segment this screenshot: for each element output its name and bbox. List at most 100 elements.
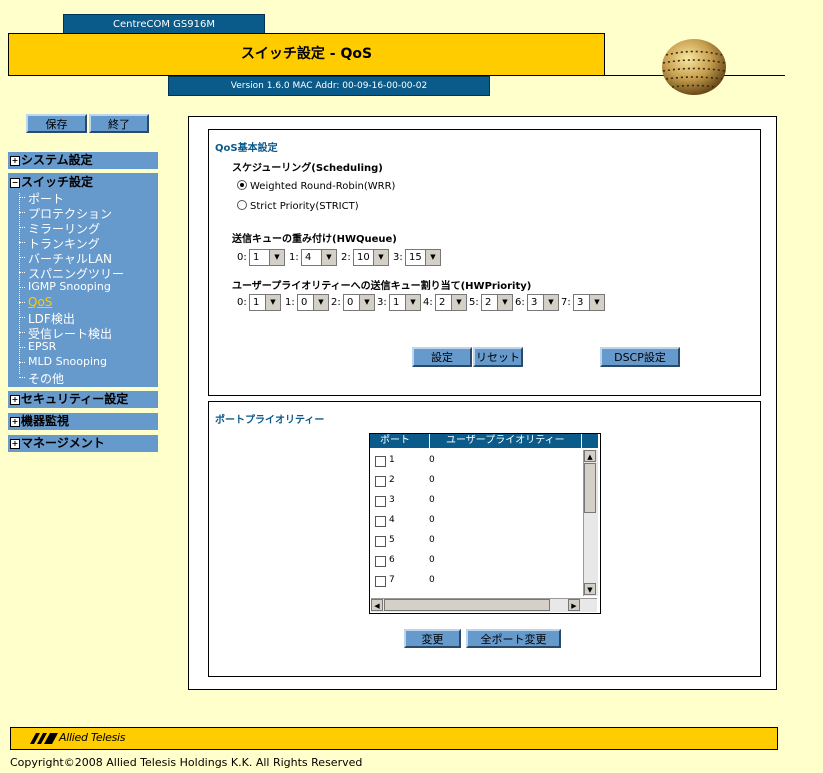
sidebar-item-label: マネージメント <box>21 436 105 450</box>
scroll-right-icon[interactable]: ▶ <box>568 599 580 611</box>
globe-logo-icon <box>662 39 726 95</box>
model-name: CentreCOM GS916M <box>63 14 265 34</box>
radio-selected-icon <box>237 180 247 190</box>
sidebar-item-label: セキュリティー設定 <box>21 392 129 406</box>
hwpriority-select-5[interactable]: 2 ▼ <box>481 294 513 311</box>
hwpriority-select-2[interactable]: 0 ▼ <box>343 294 375 311</box>
row-checkbox[interactable] <box>375 476 386 487</box>
hwpriority-select-7[interactable]: 3 ▼ <box>573 294 605 311</box>
row-checkbox[interactable] <box>375 516 386 527</box>
expand-icon: + <box>10 439 20 449</box>
row-checkbox[interactable] <box>375 556 386 567</box>
allied-telesis-logo-icon <box>30 733 58 744</box>
sidebar-item-security[interactable]: + セキュリティー設定 <box>8 391 158 408</box>
dropdown-arrow-icon: ▼ <box>589 295 604 310</box>
exit-button[interactable]: 終了 <box>89 114 149 133</box>
scroll-up-icon[interactable]: ▲ <box>584 450 596 462</box>
hwqueue-select-3[interactable]: 15 ▼ <box>405 249 441 266</box>
hwqueue-select-1[interactable]: 4 ▼ <box>301 249 337 266</box>
table-header: ポート ユーザープライオリティー <box>370 434 598 448</box>
scroll-thumb[interactable] <box>584 463 596 513</box>
dropdown-arrow-icon: ▼ <box>269 250 284 265</box>
hwpriority-select-3[interactable]: 1 ▼ <box>389 294 421 311</box>
panel-title: ポートプライオリティー <box>215 415 325 426</box>
hwpriority-index: 1: <box>285 297 295 308</box>
hwpriority-label: ユーザープライオリティーへの送信キュー割り当て(HWPriority) <box>232 281 532 292</box>
dropdown-arrow-icon: ▼ <box>313 295 328 310</box>
hwqueue-index: 2: <box>341 252 351 263</box>
radio-strict[interactable]: Strict Priority(STRICT) <box>237 200 359 212</box>
dropdown-arrow-icon: ▼ <box>425 250 440 265</box>
hwqueue-label: 送信キューの重み付け(HWQueue) <box>232 234 397 245</box>
sidebar-item-label: システム設定 <box>21 153 93 167</box>
panel-title: QoS基本設定 <box>215 143 278 154</box>
dropdown-arrow-icon: ▼ <box>321 250 336 265</box>
radio-wrr[interactable]: Weighted Round-Robin(WRR) <box>237 180 395 192</box>
port-priority-panel: ポートプライオリティー ポート ユーザープライオリティー 10 20 30 40… <box>208 401 761 677</box>
scheduling-label: スケジューリング(Scheduling) <box>232 163 383 174</box>
dscp-settings-button[interactable]: DSCP設定 <box>600 347 680 367</box>
table-body: 10 20 30 40 50 60 70 <box>371 450 582 596</box>
hwpriority-index: 2: <box>331 297 341 308</box>
row-checkbox[interactable] <box>375 576 386 587</box>
scroll-left-icon[interactable]: ◀ <box>371 599 383 611</box>
hwpriority-index: 3: <box>377 297 387 308</box>
horizontal-scrollbar[interactable]: ◀ ▶ <box>371 598 597 612</box>
scroll-down-icon[interactable]: ▼ <box>584 583 596 595</box>
hwpriority-select-4[interactable]: 2 ▼ <box>435 294 467 311</box>
hwpriority-index: 6: <box>515 297 525 308</box>
vertical-scrollbar[interactable]: ▲ ▼ <box>583 450 598 596</box>
collapse-icon: − <box>10 178 20 188</box>
set-button[interactable]: 設定 <box>412 347 472 367</box>
hwqueue-index: 3: <box>393 252 403 263</box>
port-priority-table: ポート ユーザープライオリティー 10 20 30 40 50 60 70 ▲ … <box>369 433 601 614</box>
sidebar-item-switch[interactable]: − スイッチ設定 <box>10 174 93 191</box>
dropdown-arrow-icon: ▼ <box>265 295 280 310</box>
hwqueue-index: 1: <box>289 252 299 263</box>
scroll-thumb[interactable] <box>384 599 550 611</box>
dropdown-arrow-icon: ▼ <box>359 295 374 310</box>
expand-icon: + <box>10 417 20 427</box>
dropdown-arrow-icon: ▼ <box>497 295 512 310</box>
change-all-ports-button[interactable]: 全ポート変更 <box>466 629 561 648</box>
dropdown-arrow-icon: ▼ <box>405 295 420 310</box>
sidebar-item-other[interactable]: その他 <box>19 370 64 387</box>
expand-icon: + <box>10 156 20 166</box>
copyright-text: Copyright©2008 Allied Telesis Holdings K… <box>10 756 363 769</box>
change-button[interactable]: 変更 <box>404 629 461 648</box>
hwpriority-select-6[interactable]: 3 ▼ <box>527 294 559 311</box>
save-button[interactable]: 保存 <box>26 114 87 133</box>
sidebar-item-epsr[interactable]: EPSR <box>19 340 56 353</box>
sidebar-item-management[interactable]: + マネージメント <box>8 435 158 452</box>
sidebar-item-label: 機器監視 <box>21 414 70 428</box>
sidebar-item-qos[interactable]: QoS <box>19 295 52 309</box>
row-checkbox[interactable] <box>375 536 386 547</box>
hwpriority-select-1[interactable]: 0 ▼ <box>297 294 329 311</box>
dropdown-arrow-icon: ▼ <box>543 295 558 310</box>
hwpriority-index: 7: <box>561 297 571 308</box>
hwpriority-index: 0: <box>237 297 247 308</box>
sidebar-item-igmp-snooping[interactable]: IGMP Snooping <box>19 280 111 293</box>
row-checkbox[interactable] <box>375 496 386 507</box>
hwqueue-select-0[interactable]: 1 ▼ <box>249 249 285 266</box>
column-header-port[interactable]: ポート <box>380 434 410 448</box>
sidebar-item-monitor[interactable]: + 機器監視 <box>8 413 158 430</box>
hwpriority-index: 4: <box>423 297 433 308</box>
footer-bar: Allied Telesis <box>10 727 778 750</box>
page-title: スイッチ設定 - QoS <box>8 33 605 76</box>
dropdown-arrow-icon: ▼ <box>451 295 466 310</box>
hwpriority-index: 5: <box>469 297 479 308</box>
sidebar-group-switch: − スイッチ設定 ポート プロテクション ミラーリング トランキング バーチャルL… <box>8 173 158 387</box>
qos-basic-panel: QoS基本設定 スケジューリング(Scheduling) Weighted Ro… <box>208 129 761 396</box>
hwpriority-select-0[interactable]: 1 ▼ <box>249 294 281 311</box>
row-checkbox[interactable] <box>375 456 386 467</box>
version-info: Version 1.6.0 MAC Addr: 00-09-16-00-00-0… <box>168 76 490 96</box>
sidebar-item-mld-snooping[interactable]: MLD Snooping <box>19 355 107 368</box>
reset-button[interactable]: リセット <box>473 347 523 367</box>
hwqueue-index: 0: <box>237 252 247 263</box>
sidebar-item-system[interactable]: + システム設定 <box>8 152 158 169</box>
radio-unselected-icon <box>237 200 247 210</box>
hwqueue-select-2[interactable]: 10 ▼ <box>353 249 389 266</box>
column-header-priority[interactable]: ユーザープライオリティー <box>446 434 565 448</box>
dropdown-arrow-icon: ▼ <box>373 250 388 265</box>
